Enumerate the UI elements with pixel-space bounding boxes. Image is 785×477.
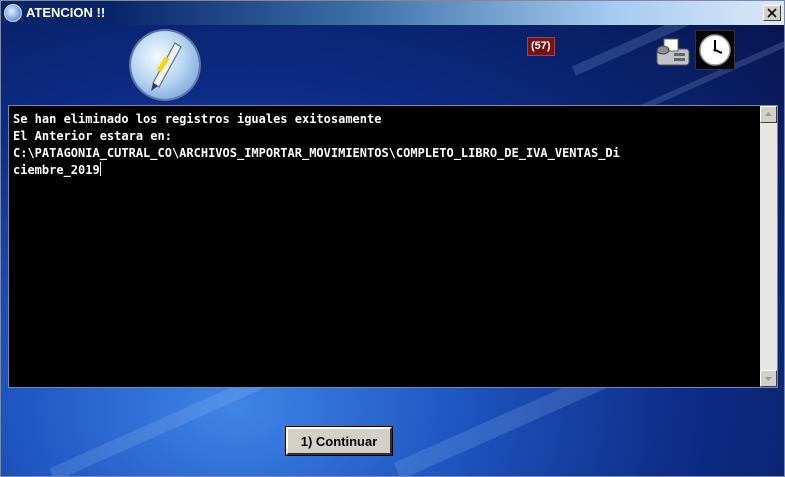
close-button[interactable] [763,5,781,21]
message-line: ciembre_2019 [13,163,100,177]
dialog-body: (57) Se han eliminado los registros igua… [1,25,784,476]
message-textarea[interactable]: Se han eliminado los registros iguales e… [8,105,778,388]
scroll-down-button[interactable] [760,370,777,387]
window-title: ATENCION !! [26,5,106,20]
continue-button[interactable]: 1) Continuar [285,426,393,456]
vertical-scrollbar[interactable] [760,106,777,387]
title-bar[interactable]: ATENCION !! [1,1,784,25]
counter-badge: (57) [527,37,555,56]
logo-icon [131,31,199,99]
message-line: El Anterior estara en: [13,129,172,143]
scroll-up-button[interactable] [760,106,777,123]
dialog-window: ATENCION !! (57) Se han eliminado los re… [0,0,785,477]
message-line: Se han eliminado los registros iguales e… [13,112,382,126]
clock-icon[interactable] [695,30,735,70]
fax-icon[interactable] [654,35,692,69]
scroll-down-icon [765,377,772,381]
info-icon [4,4,22,22]
message-line: C:\PATAGONIA_CUTRAL_CO\ARCHIVOS_IMPORTAR… [13,146,620,160]
scroll-up-icon [765,112,772,116]
close-icon [767,8,777,18]
message-text: Se han eliminado los registros iguales e… [13,111,757,179]
text-caret [99,162,101,176]
